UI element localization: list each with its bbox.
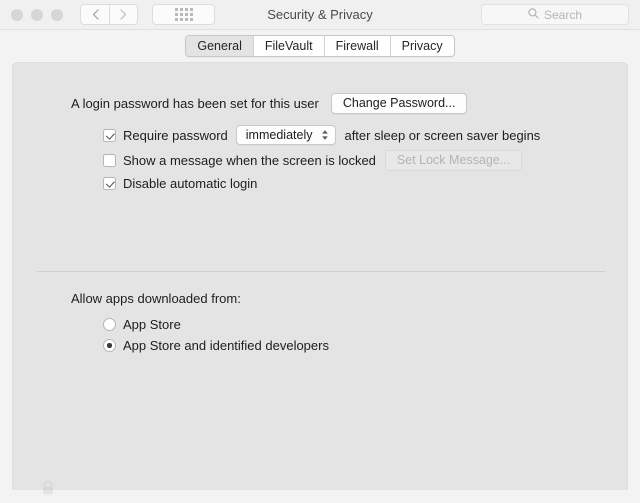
chevron-left-icon (92, 9, 99, 20)
chevron-up-down-icon (321, 129, 329, 141)
search-placeholder: Search (543, 7, 583, 22)
search-input[interactable]: Search (481, 4, 629, 25)
lock-message-label: Show a message when the screen is locked (123, 153, 376, 168)
allow-apps-option-app-store[interactable]: App Store (13, 317, 627, 332)
require-password-delay-value: immediately (245, 128, 313, 142)
tab-filevault[interactable]: FileVault (253, 36, 325, 56)
app-store-label: App Store (123, 317, 181, 332)
tab-general[interactable]: General (186, 36, 254, 56)
require-password-label: Require password (123, 127, 228, 143)
traffic-lights (0, 8, 63, 21)
tab-firewall[interactable]: Firewall (324, 36, 391, 56)
tab-privacy[interactable]: Privacy (390, 36, 454, 56)
search-icon (528, 6, 539, 24)
forward-button[interactable] (109, 4, 138, 25)
identified-developers-label: App Store and identified developers (123, 338, 329, 353)
login-password-section: A login password has been set for this u… (13, 63, 627, 191)
identified-developers-radio[interactable] (103, 339, 116, 352)
set-lock-message-button[interactable]: Set Lock Message... (384, 150, 523, 171)
general-pane: A login password has been set for this u… (12, 62, 628, 495)
lock-message-checkbox[interactable] (103, 154, 116, 167)
change-password-button[interactable]: Change Password... (330, 93, 468, 114)
require-password-row: Require password immediately after sleep… (13, 125, 627, 145)
back-button[interactable] (80, 4, 109, 25)
disable-auto-login-row: Disable automatic login (13, 176, 627, 191)
minimize-button[interactable] (31, 8, 43, 21)
lock-icon[interactable] (40, 480, 56, 496)
require-password-checkbox[interactable] (103, 128, 116, 142)
allow-apps-option-identified-developers[interactable]: App Store and identified developers (13, 338, 627, 353)
chevron-right-icon (120, 9, 127, 20)
close-button[interactable] (11, 8, 23, 21)
tab-group: General FileVault Firewall Privacy (185, 35, 455, 57)
window-toolbar: Security & Privacy Search (0, 0, 640, 30)
section-divider (37, 271, 605, 272)
password-status-label: A login password has been set for this u… (71, 96, 319, 111)
password-status-row: A login password has been set for this u… (13, 93, 627, 114)
tab-bar: General FileVault Firewall Privacy (0, 30, 640, 62)
preferences-window: Security & Privacy Search General FileVa… (0, 0, 640, 503)
zoom-button[interactable] (51, 8, 63, 21)
disable-auto-login-label: Disable automatic login (123, 176, 258, 191)
grid-icon (174, 8, 193, 21)
show-all-button[interactable] (152, 4, 215, 25)
require-password-delay-select[interactable]: immediately (235, 125, 337, 145)
allow-apps-heading: Allow apps downloaded from: (71, 291, 241, 306)
require-password-suffix-label: after sleep or screen saver begins (344, 127, 541, 143)
disable-auto-login-checkbox[interactable] (103, 177, 116, 190)
lock-message-row: Show a message when the screen is locked… (13, 150, 627, 171)
navigation-buttons (80, 4, 138, 25)
app-store-radio[interactable] (103, 318, 116, 331)
allow-apps-section: Allow apps downloaded from: App Store Ap… (13, 291, 627, 359)
